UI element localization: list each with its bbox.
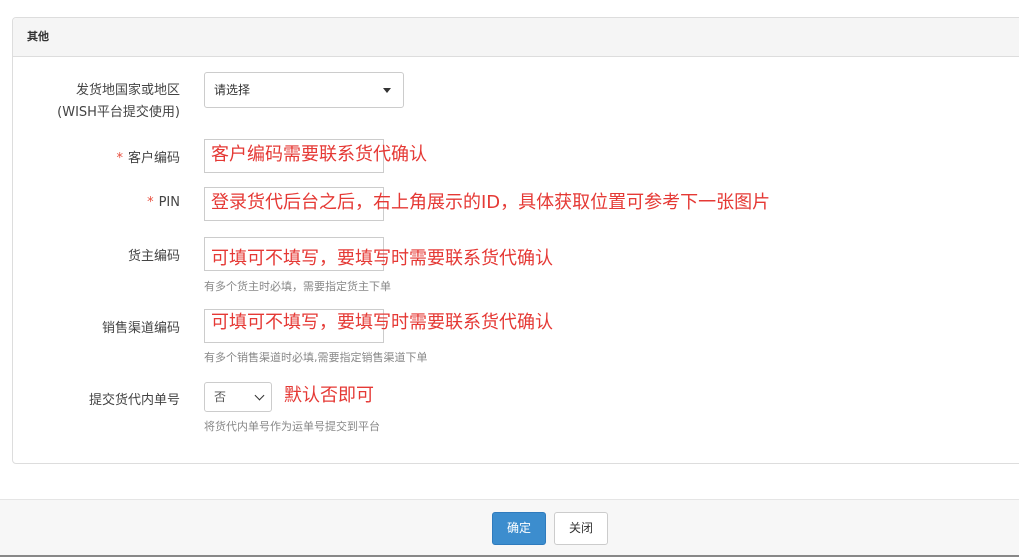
customer-code-label-text: 客户编码 <box>127 151 180 166</box>
customer-code-annotation: 客户编码需要联系货代确认 <box>211 144 427 165</box>
modal-footer: 确定 关闭 <box>0 499 1019 557</box>
confirm-button[interactable]: 确定 <box>492 512 546 545</box>
submit-internal-no-annotation: 默认否即可 <box>284 385 374 406</box>
shipper-code-help: 有多个货主时必填，需要指定货主下单 <box>204 280 391 293</box>
sales-channel-annotation: 可填可不填写，要填写时需要联系货代确认 <box>211 312 553 333</box>
caret-down-icon <box>383 88 391 93</box>
pin-label-text: PIN <box>158 195 180 210</box>
origin-select-value: 请选择 <box>214 83 251 97</box>
panel-title: 其他 <box>13 18 1019 57</box>
submit-internal-no-help: 将货代内单号作为运单号提交到平台 <box>204 420 380 433</box>
shipper-code-annotation: 可填可不填写，要填写时需要联系货代确认 <box>211 248 553 269</box>
pin-annotation: 登录货代后台之后，右上角展示的ID，具体获取位置可参考下一张图片 <box>211 192 771 213</box>
sales-channel-help: 有多个销售渠道时必填,需要指定销售渠道下单 <box>204 351 428 364</box>
pin-label: * PIN <box>0 195 180 210</box>
required-mark: * <box>116 151 123 166</box>
shipper-code-label: 货主编码 <box>127 249 180 264</box>
close-button[interactable]: 关闭 <box>554 512 608 545</box>
origin-label-sub: (WISH平台提交使用) <box>57 105 180 120</box>
origin-label: 发货地国家或地区 <box>75 83 180 98</box>
origin-select[interactable]: 请选择 <box>204 72 404 108</box>
submit-internal-no-label: 提交货代内单号 <box>88 393 180 408</box>
customer-code-label: * 客户编码 <box>0 147 180 166</box>
submit-internal-no-value: 否 <box>214 390 227 404</box>
sales-channel-label: 销售渠道编码 <box>101 321 180 336</box>
chevron-down-icon <box>254 390 265 401</box>
submit-internal-no-select[interactable]: 否 <box>204 382 272 412</box>
required-mark: * <box>147 195 154 210</box>
